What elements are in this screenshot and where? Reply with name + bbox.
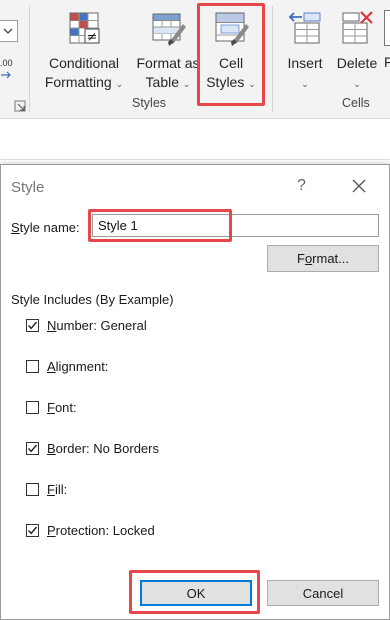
insert-cells-icon	[288, 12, 321, 44]
chevron-down-icon: ⌄	[115, 79, 124, 89]
cell-styles-button[interactable]: Cell Styles ⌄	[202, 6, 260, 100]
conditional-formatting-icon: ≠	[69, 12, 100, 45]
style-option-label: Font:	[47, 399, 77, 415]
decimal-arrow-icon	[1, 71, 11, 79]
checkmark-icon	[27, 321, 38, 329]
format-label-partial: F	[384, 54, 390, 70]
style-option[interactable]: Font:	[26, 398, 77, 416]
checkbox[interactable]	[26, 523, 39, 537]
decimal-label: .00	[0, 58, 13, 68]
delete-cells-button[interactable]: Delete ⌄	[332, 6, 382, 100]
decrease-decimal-button[interactable]: .00	[0, 58, 14, 84]
checkbox[interactable]	[26, 318, 39, 332]
group-separator	[272, 6, 273, 112]
format-as-table-button[interactable]: Format as Table ⌄	[134, 6, 202, 100]
conditional-formatting-button[interactable]: ≠ Conditional Formatting ⌄	[38, 6, 130, 100]
checkbox[interactable]	[26, 400, 39, 414]
svg-text:≠: ≠	[87, 30, 98, 45]
format-button[interactable]: Fo rmat...	[267, 245, 379, 272]
style-includes-label: Style Includes (By Example)	[11, 292, 174, 307]
checkbox[interactable]	[26, 482, 39, 496]
style-option[interactable]: Fill:	[26, 480, 67, 498]
cell-styles-label-1: Cell	[218, 55, 244, 71]
ok-button[interactable]: OK	[140, 580, 252, 606]
format-as-table-label-2: Table	[145, 74, 179, 90]
group-separator	[29, 6, 30, 112]
delete-cells-icon	[342, 11, 373, 44]
style-dialog: Style ? Style name: Format... Style Incl…	[0, 164, 390, 620]
conditional-formatting-label-2: Formatting	[44, 74, 112, 90]
number-format-dropdown[interactable]	[0, 20, 18, 42]
format-as-table-icon	[152, 13, 186, 46]
insert-label: Insert	[287, 55, 323, 71]
cell-styles-label-2: Styles	[206, 74, 245, 90]
chevron-down-icon	[3, 28, 13, 34]
style-option[interactable]: Border: No Borders	[26, 439, 159, 457]
excel-window: .00 ≠ Conditional Formatting ⌄ Format as…	[0, 0, 390, 620]
style-option[interactable]: Number: General	[26, 316, 147, 334]
close-icon[interactable]	[350, 177, 368, 195]
insert-cells-button[interactable]: Insert ⌄	[280, 6, 330, 100]
checkbox[interactable]	[26, 441, 39, 455]
chevron-down-icon: ⌄	[182, 79, 191, 89]
cells-group-label: Cells	[342, 96, 370, 110]
ribbon: .00 ≠ Conditional Formatting ⌄ Format as…	[0, 0, 390, 119]
format-as-table-label-1: Format as	[136, 55, 200, 71]
cell-styles-icon	[215, 12, 249, 46]
style-option-label: Number: General	[47, 317, 147, 333]
style-option-label: Protection: Locked	[47, 522, 155, 538]
style-option-label: Fill:	[47, 481, 68, 497]
style-option-label: Border: No Borders	[47, 440, 159, 456]
delete-label: Delete	[336, 55, 378, 71]
checkmark-icon	[27, 526, 38, 534]
conditional-formatting-label-1: Conditional	[48, 55, 120, 71]
cancel-button[interactable]: Cancel	[267, 580, 379, 606]
style-name-input[interactable]	[92, 214, 379, 237]
checkmark-icon	[27, 444, 38, 452]
styles-group-label: Styles	[132, 96, 167, 110]
style-option-label: Alignment:	[47, 358, 109, 374]
chevron-down-icon: ⌄	[353, 79, 361, 89]
format-cells-button-partial[interactable]: F	[384, 6, 390, 100]
checkbox[interactable]	[26, 359, 39, 373]
dialog-launcher-icon[interactable]	[14, 100, 26, 112]
style-name-label: Style name:	[11, 220, 80, 235]
dialog-title: Style	[11, 179, 45, 196]
formula-bar-area	[0, 119, 390, 160]
chevron-down-icon: ⌄	[248, 79, 256, 89]
chevron-down-icon: ⌄	[301, 79, 309, 89]
style-option[interactable]: Protection: Locked	[26, 521, 155, 539]
style-option[interactable]: Alignment:	[26, 357, 108, 375]
help-button[interactable]: ?	[297, 177, 306, 195]
